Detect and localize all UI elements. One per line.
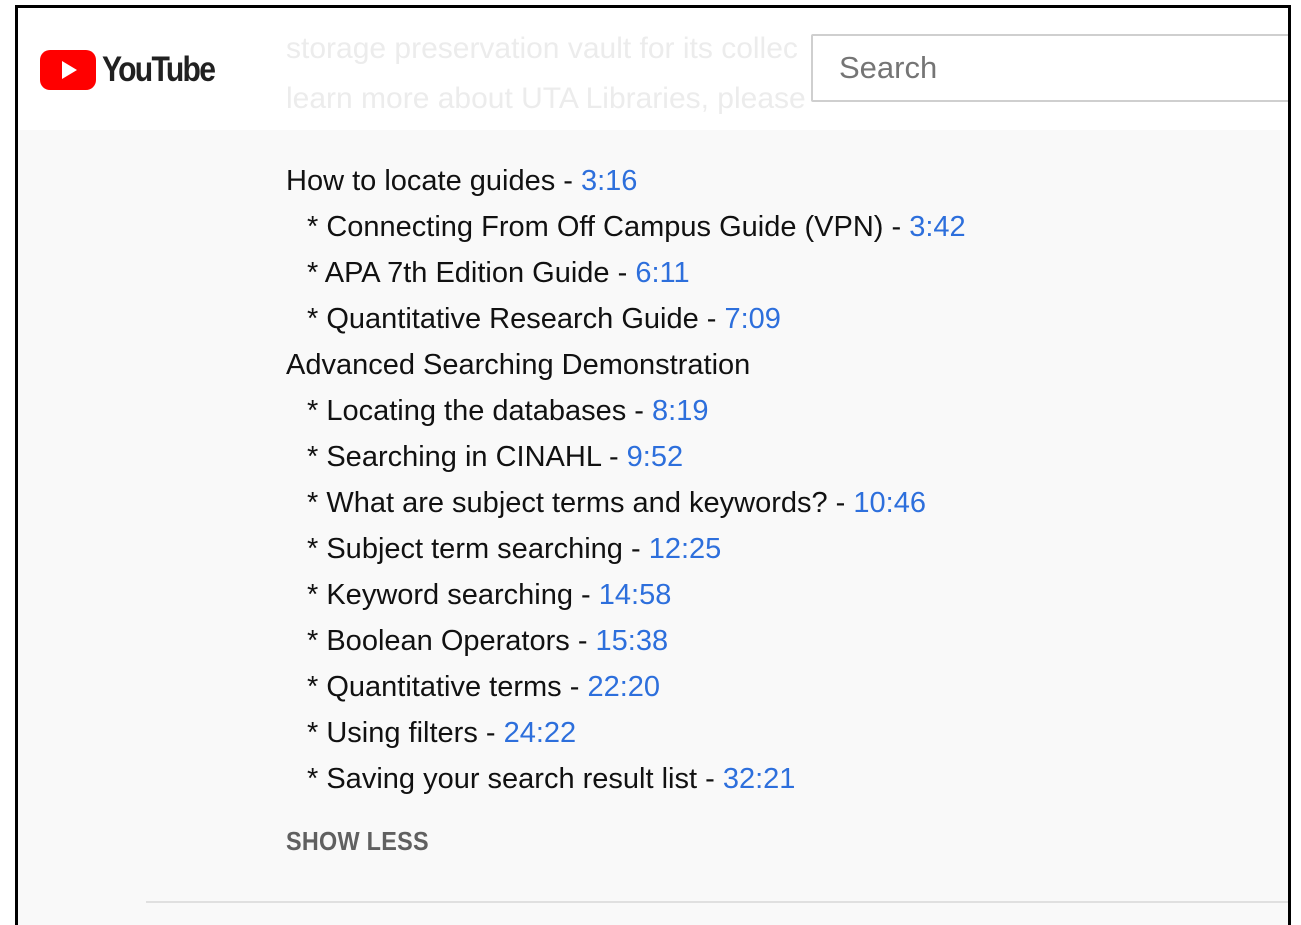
chapter-label: * What are subject terms and keywords? -: [307, 487, 854, 519]
timestamp-link[interactable]: 14:58: [599, 579, 672, 611]
chapter-subitem: * Using filters - 24:22: [286, 710, 966, 756]
chapter-label: * Quantitative Research Guide -: [307, 303, 725, 335]
chapter-label: * Searching in CINAHL -: [307, 441, 627, 473]
background-text-line: learn more about UTA Libraries, please: [286, 82, 806, 115]
background-description-text: storage preservation vault for its colle…: [286, 24, 806, 124]
chapter-label: * Using filters -: [307, 717, 504, 749]
youtube-play-icon: [40, 50, 96, 90]
chapter-heading: How to locate guides - 3:16: [286, 158, 966, 204]
timestamp-link[interactable]: 3:16: [581, 165, 637, 197]
timestamp-link[interactable]: 22:20: [587, 671, 660, 703]
chapter-label: How to locate guides -: [286, 165, 581, 197]
chapter-subitem: * Locating the databases - 8:19: [286, 388, 966, 434]
masthead: storage preservation vault for its colle…: [18, 8, 1288, 130]
timestamp-link[interactable]: 15:38: [596, 625, 669, 657]
chapter-subitem: * Boolean Operators - 15:38: [286, 618, 966, 664]
youtube-logo[interactable]: YouTube: [40, 50, 233, 90]
timestamp-link[interactable]: 32:21: [723, 763, 796, 795]
chapter-subitem: * Searching in CINAHL - 9:52: [286, 434, 966, 480]
timestamp-link[interactable]: 9:52: [627, 441, 683, 473]
chapter-label: * Keyword searching -: [307, 579, 599, 611]
chapter-subitem: * Connecting From Off Campus Guide (VPN)…: [286, 204, 966, 250]
chapter-label: * Quantitative terms -: [307, 671, 588, 703]
timestamp-link[interactable]: 10:46: [853, 487, 926, 519]
logo-wordmark: YouTube: [102, 50, 216, 89]
chapter-subitem: * Saving your search result list - 32:21: [286, 756, 966, 802]
timestamp-link[interactable]: 8:19: [652, 395, 708, 427]
chapter-subitem: * Quantitative terms - 22:20: [286, 664, 966, 710]
screenshot-frame: storage preservation vault for its colle…: [15, 5, 1291, 925]
chapter-label: * Boolean Operators -: [307, 625, 596, 657]
chapter-subitem: * Quantitative Research Guide - 7:09: [286, 296, 966, 342]
chapter-label: Advanced Searching Demonstration: [286, 349, 751, 381]
chapter-subitem: * What are subject terms and keywords? -…: [286, 480, 966, 526]
chapter-subitem: * APA 7th Edition Guide - 6:11: [286, 250, 966, 296]
chapter-subitem: * Subject term searching - 12:25: [286, 526, 966, 572]
timestamp-link[interactable]: 12:25: [649, 533, 722, 565]
timestamp-link[interactable]: 3:42: [909, 211, 965, 243]
chapter-label: * APA 7th Edition Guide -: [307, 257, 636, 289]
show-less-button[interactable]: SHOW LESS: [286, 826, 429, 857]
divider: [146, 901, 1288, 903]
chapter-label: * Saving your search result list -: [307, 763, 723, 795]
background-text-line: storage preservation vault for its colle…: [286, 32, 798, 65]
timestamp-link[interactable]: 7:09: [724, 303, 780, 335]
search-input[interactable]: [811, 34, 1288, 102]
chapter-subitem: * Keyword searching - 14:58: [286, 572, 966, 618]
timestamp-link[interactable]: 6:11: [635, 257, 689, 289]
chapter-heading: Advanced Searching Demonstration: [286, 342, 966, 388]
chapter-label: * Locating the databases -: [307, 395, 653, 427]
chapter-label: * Subject term searching -: [307, 533, 649, 565]
chapter-list: How to locate guides - 3:16 * Connecting …: [286, 158, 966, 802]
chapter-label: * Connecting From Off Campus Guide (VPN)…: [307, 211, 910, 243]
timestamp-link[interactable]: 24:22: [504, 717, 577, 749]
